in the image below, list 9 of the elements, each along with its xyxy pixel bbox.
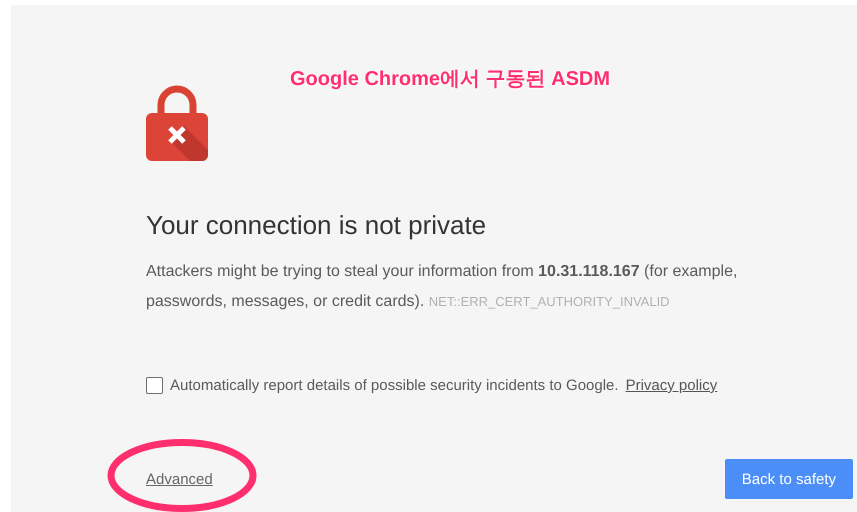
privacy-policy-link[interactable]: Privacy policy: [626, 377, 718, 394]
warning-message: Attackers might be trying to steal your information from 10.31.118.167 (for example, passwords, messages, or credit cards). NET::ERR_CERT_AUTHORITY_INVALID: [146, 262, 738, 312]
lock-error-icon: [146, 85, 208, 161]
back-to-safety-button[interactable]: Back to safety: [724, 459, 853, 499]
advanced-link[interactable]: Advanced: [146, 470, 213, 488]
page-heading: Your connection is not private: [146, 209, 488, 241]
annotation-caption: Google Chrome에서 구동된 ASDM: [290, 67, 610, 92]
report-checkbox[interactable]: [146, 377, 163, 394]
report-label: Automatically report details of possible security incidents to Google.: [170, 377, 619, 394]
